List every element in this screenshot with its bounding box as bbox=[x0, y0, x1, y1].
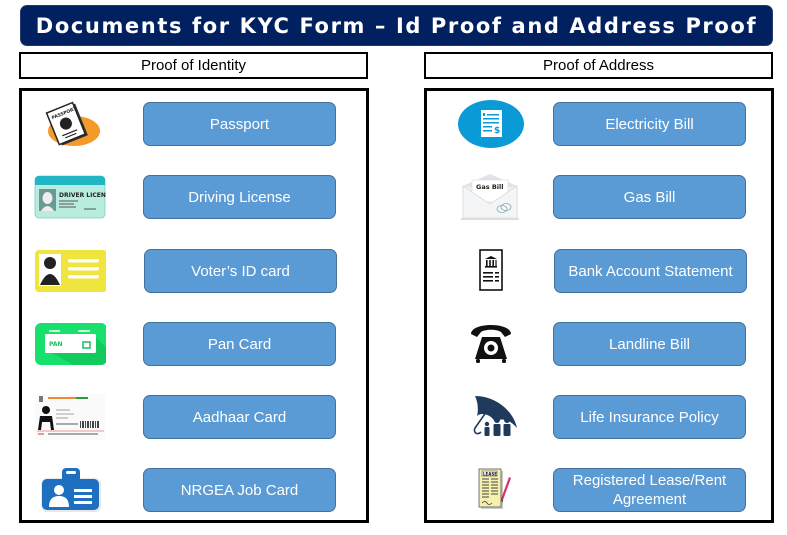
identity-column-header: Proof of Identity bbox=[19, 52, 368, 79]
identity-item-pan-card: PAN Pan Card bbox=[22, 322, 366, 366]
address-item-electricity-bill: $ Electricity Bill bbox=[427, 99, 771, 149]
address-column-header: Proof of Address bbox=[424, 52, 773, 79]
passport-button[interactable]: Passport bbox=[143, 102, 336, 146]
identity-item-voter-id: Voter’s ID card bbox=[22, 249, 366, 293]
address-header-label: Proof of Address bbox=[543, 57, 654, 74]
id-badge-icon bbox=[34, 465, 106, 515]
life-insurance-policy-button[interactable]: Life Insurance Policy bbox=[553, 395, 746, 439]
address-item-landline-bill: Landline Bill bbox=[427, 322, 771, 366]
title-banner: Documents for KYC Form – Id Proof and Ad… bbox=[20, 5, 773, 46]
identity-header-label: Proof of Identity bbox=[140, 57, 247, 74]
identity-item-aadhaar-card: Aadhaar Card bbox=[22, 392, 366, 442]
driving-license-icon: DRIVER LICENSE bbox=[34, 172, 106, 222]
identity-item-driving-license: DRIVER LICENSE Driving License bbox=[22, 175, 366, 219]
bank-account-statement-button[interactable]: Bank Account Statement bbox=[554, 249, 747, 293]
voters-id-card-button[interactable]: Voter’s ID card bbox=[144, 249, 337, 293]
passport-icon: PASSPORT bbox=[34, 99, 106, 149]
gas-bill-button[interactable]: Gas Bill bbox=[553, 175, 746, 219]
telephone-icon bbox=[455, 319, 527, 369]
electricity-bill-icon: $ bbox=[455, 99, 527, 149]
gas-bill-envelope-icon: Gas Bill bbox=[455, 172, 527, 222]
address-item-life-insurance: Life Insurance Policy bbox=[427, 395, 771, 439]
voter-id-icon bbox=[34, 246, 106, 296]
aadhaar-card-button[interactable]: Aadhaar Card bbox=[143, 395, 336, 439]
identity-item-passport: PASSPORT Passport bbox=[22, 99, 366, 149]
address-panel: $ Electricity Bill Gas Bill Gas Bill Ban… bbox=[424, 88, 774, 523]
lease-icon-text: LEASE bbox=[483, 471, 497, 476]
pan-card-icon: PAN bbox=[34, 319, 106, 369]
nrgea-job-card-button[interactable]: NRGEA Job Card bbox=[143, 468, 336, 512]
svg-text:$: $ bbox=[494, 126, 500, 136]
electricity-bill-button[interactable]: Electricity Bill bbox=[553, 102, 746, 146]
address-item-gas-bill: Gas Bill Gas Bill bbox=[427, 172, 771, 222]
pan-icon-text: PAN bbox=[49, 341, 63, 348]
pan-card-button[interactable]: Pan Card bbox=[143, 322, 336, 366]
identity-panel: PASSPORT Passport DRIVER LICENSE bbox=[19, 88, 369, 523]
lease-document-icon: LEASE bbox=[455, 465, 527, 515]
driver-license-icon-text: DRIVER LICENSE bbox=[59, 192, 106, 199]
registered-lease-rent-agreement-button[interactable]: Registered Lease/Rent Agreement bbox=[553, 468, 746, 512]
umbrella-family-icon bbox=[455, 392, 527, 442]
address-item-bank-statement: Bank Account Statement bbox=[427, 249, 771, 293]
bank-statement-icon bbox=[455, 246, 527, 296]
landline-bill-button[interactable]: Landline Bill bbox=[553, 322, 746, 366]
gas-bill-icon-text: Gas Bill bbox=[476, 183, 504, 191]
address-item-lease-agreement: LEASE Registered Lease/Rent Agreement bbox=[427, 468, 771, 512]
aadhaar-card-icon bbox=[34, 392, 106, 442]
identity-item-nrgea-job-card: NRGEA Job Card bbox=[22, 468, 366, 512]
driving-license-button[interactable]: Driving License bbox=[143, 175, 336, 219]
page-title: Documents for KYC Form – Id Proof and Ad… bbox=[35, 13, 758, 38]
